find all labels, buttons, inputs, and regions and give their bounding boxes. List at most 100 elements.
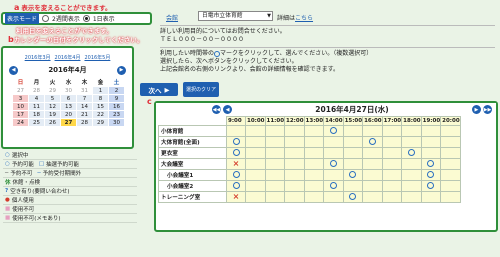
calendar-day[interactable]: 11 — [28, 102, 45, 111]
time-slot[interactable] — [284, 147, 305, 159]
available-circle-icon[interactable] — [427, 170, 435, 178]
time-slot[interactable]: × — [226, 158, 246, 170]
clear-selection-button[interactable]: 選択のクリア — [183, 82, 219, 97]
calendar-day[interactable]: 2 — [108, 86, 125, 95]
calendar-day[interactable]: 29 — [92, 118, 109, 127]
time-slot[interactable] — [342, 180, 364, 192]
time-slot[interactable] — [226, 169, 246, 181]
time-slot[interactable] — [401, 169, 422, 181]
time-slot[interactable] — [401, 136, 422, 148]
calendar-day[interactable]: 28 — [28, 86, 45, 95]
calendar-day[interactable]: 27 — [60, 118, 77, 127]
time-slot[interactable] — [245, 125, 266, 137]
calendar-day[interactable]: 20 — [60, 110, 77, 119]
time-slot[interactable] — [323, 147, 344, 159]
time-slot[interactable] — [284, 158, 305, 170]
time-slot[interactable] — [245, 180, 266, 192]
available-circle-icon[interactable] — [349, 192, 357, 200]
available-circle-icon[interactable] — [349, 170, 357, 178]
calendar-day[interactable]: 19 — [44, 110, 61, 119]
calendar-day[interactable]: 13 — [60, 102, 77, 111]
time-slot[interactable] — [323, 158, 344, 170]
time-slot[interactable] — [381, 147, 403, 159]
calendar-day[interactable]: 16 — [108, 102, 125, 111]
time-slot[interactable] — [362, 169, 383, 181]
time-slot[interactable] — [381, 158, 403, 170]
calendar-day[interactable]: 8 — [92, 94, 109, 103]
time-slot[interactable] — [245, 169, 266, 181]
calendar-day[interactable]: 29 — [44, 86, 61, 95]
time-slot[interactable] — [440, 169, 461, 181]
calendar-day[interactable]: 30 — [108, 118, 125, 127]
calendar-day[interactable]: 28 — [76, 118, 93, 127]
time-slot[interactable] — [264, 125, 286, 137]
time-slot[interactable] — [264, 147, 286, 159]
time-slot[interactable]: × — [226, 191, 246, 203]
available-circle-icon[interactable] — [329, 181, 337, 189]
time-slot[interactable] — [342, 158, 364, 170]
time-slot[interactable] — [303, 125, 325, 137]
time-slot[interactable] — [362, 136, 383, 148]
time-slot[interactable] — [420, 136, 442, 148]
calendar-day[interactable]: 26 — [44, 118, 61, 127]
time-slot[interactable] — [226, 147, 246, 159]
time-slot[interactable] — [440, 147, 461, 159]
calendar-day[interactable]: 17 — [12, 110, 29, 119]
next-button[interactable]: 次へ ▶ — [140, 83, 178, 96]
time-slot[interactable] — [401, 158, 422, 170]
time-slot[interactable] — [303, 158, 325, 170]
time-slot[interactable] — [440, 191, 461, 203]
calendar-day[interactable]: 15 — [92, 102, 109, 111]
available-circle-icon[interactable] — [232, 137, 240, 145]
time-slot[interactable] — [226, 125, 246, 137]
calendar-day[interactable]: 21 — [76, 110, 93, 119]
time-slot[interactable] — [303, 180, 325, 192]
calendar-day[interactable]: 18 — [28, 110, 45, 119]
schedule-next-week-button[interactable]: ▶▶ — [482, 105, 492, 114]
time-slot[interactable] — [264, 180, 286, 192]
radio-week[interactable] — [42, 15, 50, 22]
time-slot[interactable] — [264, 191, 286, 203]
time-slot[interactable] — [440, 136, 461, 148]
time-slot[interactable] — [362, 147, 383, 159]
available-circle-icon[interactable] — [232, 181, 240, 189]
calendar-next-button[interactable]: ▶ — [116, 65, 126, 75]
time-slot[interactable] — [420, 169, 442, 181]
time-slot[interactable] — [245, 136, 266, 148]
calendar-day[interactable]: 27 — [12, 86, 29, 95]
time-slot[interactable] — [323, 180, 344, 192]
time-slot[interactable] — [381, 136, 403, 148]
time-slot[interactable] — [284, 136, 305, 148]
time-slot[interactable] — [323, 169, 344, 181]
available-circle-icon[interactable] — [329, 126, 337, 134]
time-slot[interactable] — [264, 136, 286, 148]
month-link-prev[interactable]: 2016年3月 — [25, 54, 51, 61]
facility-link[interactable]: 会館 — [166, 15, 178, 22]
time-slot[interactable] — [420, 180, 442, 192]
time-slot[interactable] — [381, 125, 403, 137]
time-slot[interactable] — [381, 180, 403, 192]
time-slot[interactable] — [303, 147, 325, 159]
time-slot[interactable] — [226, 180, 246, 192]
time-slot[interactable] — [362, 125, 383, 137]
calendar-day[interactable]: 9 — [108, 94, 125, 103]
time-slot[interactable] — [323, 191, 344, 203]
schedule-next-day-button[interactable]: ▶ — [471, 105, 481, 114]
time-slot[interactable] — [362, 158, 383, 170]
time-slot[interactable] — [284, 125, 305, 137]
calendar-day[interactable]: 4 — [28, 94, 45, 103]
time-slot[interactable] — [362, 191, 383, 203]
time-slot[interactable] — [401, 191, 422, 203]
available-circle-icon[interactable] — [232, 148, 240, 156]
calendar-day[interactable]: 6 — [60, 94, 77, 103]
facility-select[interactable]: 日電市立体育館 ▼ — [198, 11, 273, 21]
time-slot[interactable] — [420, 125, 442, 137]
time-slot[interactable] — [381, 169, 403, 181]
time-slot[interactable] — [284, 169, 305, 181]
calendar-day[interactable]: 14 — [76, 102, 93, 111]
available-circle-icon[interactable] — [427, 181, 435, 189]
time-slot[interactable] — [245, 158, 266, 170]
schedule-prev-week-button[interactable]: ◀◀ — [212, 105, 221, 114]
time-slot[interactable] — [440, 125, 461, 137]
time-slot[interactable] — [226, 136, 246, 148]
